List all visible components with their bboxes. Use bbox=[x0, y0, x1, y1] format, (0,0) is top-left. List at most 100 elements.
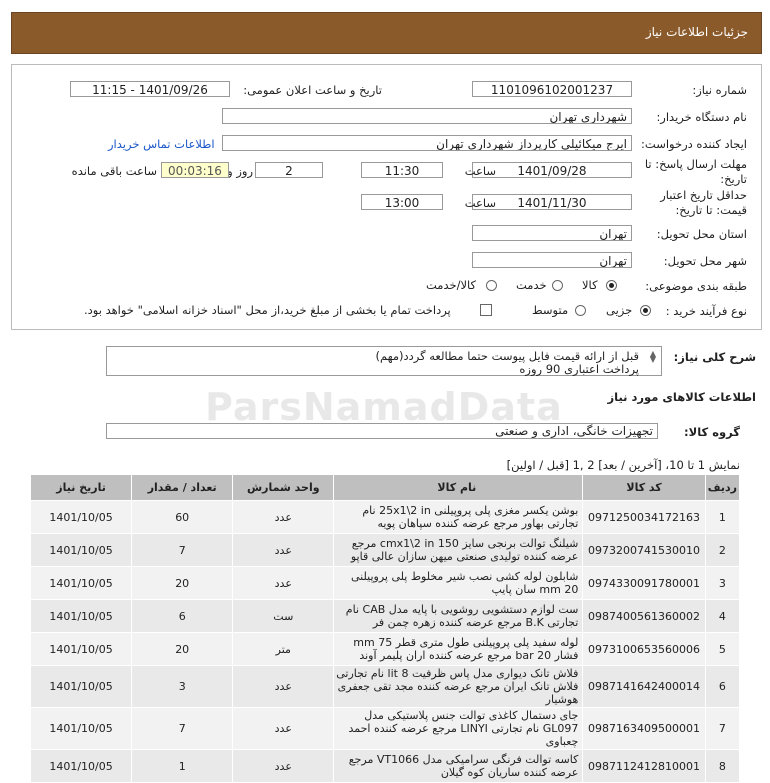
validity-time-label: ساعت bbox=[464, 196, 496, 210]
deadline-label: مهلت ارسال پاسخ: تا bbox=[644, 157, 747, 171]
need-info-panel: شماره نیاز: 1101096102001237 تاریخ و ساع… bbox=[11, 64, 762, 330]
table-row[interactable]: 7 0987163409500001 جای دستمال کاغذی توال… bbox=[29, 707, 741, 750]
cell-unit: ست bbox=[232, 599, 335, 633]
days-label: روز و bbox=[227, 164, 253, 178]
province-label: استان محل تحویل: bbox=[656, 227, 747, 241]
cell-name: بوشن یکسر مغزی پلی پروپیلنی 25x1\2 in نا… bbox=[333, 500, 584, 534]
cell-code: 0974330091780001 bbox=[582, 566, 706, 600]
category-service-label: خدمت bbox=[516, 278, 547, 292]
process-partial-label: جزیی bbox=[606, 303, 633, 317]
cell-date: 1401/10/05 bbox=[29, 500, 133, 534]
table-row[interactable]: 4 0987400561360002 ست لوازم دستشویی روشو… bbox=[29, 599, 741, 633]
cell-qty: 6 bbox=[131, 599, 234, 633]
goods-group-field: تجهیزات خانگی، اداری و صنعتی bbox=[106, 423, 658, 439]
announce-label: تاریخ و ساعت اعلان عمومی: bbox=[243, 83, 382, 97]
pager[interactable]: نمایش 1 تا 10، [آخرین / بعد] 2 ,1 [قبل /… bbox=[507, 458, 740, 472]
col-name: نام کالا bbox=[333, 474, 584, 501]
table-row[interactable]: 5 0973100653560006 لوله سفید پلی پروپیلن… bbox=[29, 632, 741, 666]
treasury-checkbox[interactable] bbox=[480, 304, 492, 316]
goods-table: ردیف کد کالا نام کالا واحد شمارش تعداد /… bbox=[29, 474, 741, 783]
deadline-label-2: تاریخ: bbox=[720, 172, 747, 186]
cell-unit: عدد bbox=[232, 500, 335, 534]
buyer-label: نام دستگاه خریدار: bbox=[656, 110, 747, 124]
category-both-radio[interactable] bbox=[486, 280, 497, 291]
need-number-label: شماره نیاز: bbox=[692, 83, 747, 97]
process-partial-radio[interactable] bbox=[640, 305, 651, 316]
cell-date: 1401/10/05 bbox=[29, 599, 133, 633]
city-field: تهران bbox=[472, 252, 632, 268]
cell-qty: 20 bbox=[131, 632, 234, 666]
days-remaining-field: 2 bbox=[255, 162, 323, 178]
treasury-text: پرداخت تمام یا بخشی از مبلغ خرید،از محل … bbox=[84, 303, 451, 317]
cell-name: شیلنگ توالت برنجی سایز 150 cmx1\2 in مرج… bbox=[333, 533, 584, 567]
table-row[interactable]: 1 0971250034172163 بوشن یکسر مغزی پلی پر… bbox=[29, 500, 741, 534]
cell-row: 4 bbox=[704, 599, 741, 633]
col-unit: واحد شمارش bbox=[232, 474, 335, 501]
cell-date: 1401/10/05 bbox=[29, 665, 133, 708]
cell-name: کاسه توالت فرنگی سرامیکی مدل VT1066 مرجع… bbox=[333, 749, 584, 783]
validity-label: حداقل تاریخ اعتبار bbox=[660, 188, 747, 202]
description-line-2: پرداخت اعتباری 90 روزه bbox=[519, 362, 639, 376]
time-remaining-label: ساعت باقی مانده bbox=[71, 164, 157, 178]
col-code: کد کالا bbox=[582, 474, 706, 501]
table-header-row: ردیف کد کالا نام کالا واحد شمارش تعداد /… bbox=[29, 474, 741, 501]
process-label: نوع فرآیند خرید : bbox=[665, 304, 747, 318]
table-row[interactable]: 2 0973200741530010 شیلنگ توالت برنجی سای… bbox=[29, 533, 741, 567]
province-field: تهران bbox=[472, 225, 632, 241]
col-qty: تعداد / مقدار bbox=[131, 474, 234, 501]
cell-name: لوله سفید پلی پروپیلنی طول متری قطر 75 m… bbox=[333, 632, 584, 666]
buyer-contact-link[interactable]: اطلاعات تماس خریدار bbox=[108, 137, 215, 151]
validity-label-2: قیمت: تا تاریخ: bbox=[675, 203, 747, 217]
table-row[interactable]: 8 0987112412810001 کاسه توالت فرنگی سرام… bbox=[29, 749, 741, 783]
cell-row: 2 bbox=[704, 533, 741, 567]
cell-date: 1401/10/05 bbox=[29, 533, 133, 567]
category-both-label: کالا/خدمت bbox=[426, 278, 477, 292]
cell-name: ست لوازم دستشویی روشویی با پایه مدل CAB … bbox=[333, 599, 584, 633]
cell-qty: 60 bbox=[131, 500, 234, 534]
category-goods-radio[interactable] bbox=[606, 280, 617, 291]
cell-unit: عدد bbox=[232, 566, 335, 600]
table-row[interactable]: 6 0987141642400014 فلاش تانک دیواری مدل … bbox=[29, 665, 741, 708]
cell-name: فلاش تانک دیواری مدل پاس ظرفیت 8 lit نام… bbox=[333, 665, 584, 708]
cell-name: شابلون لوله کشی نصب شیر مخلوط پلی پروپیل… bbox=[333, 566, 584, 600]
cell-code: 0971250034172163 bbox=[582, 500, 706, 534]
table-row[interactable]: 3 0974330091780001 شابلون لوله کشی نصب ش… bbox=[29, 566, 741, 600]
cell-row: 6 bbox=[704, 665, 741, 708]
validity-time-field: 13:00 bbox=[361, 194, 443, 210]
process-medium-label: متوسط bbox=[532, 303, 569, 317]
cell-row: 7 bbox=[704, 707, 741, 750]
deadline-date-field: 1401/09/28 bbox=[472, 162, 632, 178]
scroll-arrows-icon: ▲ ▼ bbox=[649, 349, 656, 364]
category-service-radio[interactable] bbox=[552, 280, 563, 291]
cell-date: 1401/10/05 bbox=[29, 566, 133, 600]
cell-row: 1 bbox=[704, 500, 741, 534]
col-date: تاریخ نیاز bbox=[29, 474, 133, 501]
cell-qty: 3 bbox=[131, 665, 234, 708]
cell-code: 0973100653560006 bbox=[582, 632, 706, 666]
cell-unit: عدد bbox=[232, 749, 335, 783]
deadline-time-label: ساعت bbox=[464, 164, 496, 178]
cell-qty: 7 bbox=[131, 707, 234, 750]
need-number-field: 1101096102001237 bbox=[472, 81, 632, 97]
deadline-time-field: 11:30 bbox=[361, 162, 443, 178]
cell-code: 0987112412810001 bbox=[582, 749, 706, 783]
category-label: طبقه بندی موضوعی: bbox=[645, 279, 747, 293]
cell-code: 0987400561360002 bbox=[582, 599, 706, 633]
description-textarea[interactable]: ▲ ▼ قبل از ارائه قیمت فایل پیوست حتما مطا… bbox=[106, 346, 662, 376]
creator-field: ایرج میکائیلی کارپرداز شهرداری تهران bbox=[222, 135, 632, 151]
cell-unit: عدد bbox=[232, 533, 335, 567]
time-remaining-field: 00:03:16 bbox=[161, 162, 229, 178]
page-title: جزئیات اطلاعات نیاز bbox=[645, 25, 748, 39]
cell-unit: متر bbox=[232, 632, 335, 666]
city-label: شهر محل تحویل: bbox=[663, 254, 747, 268]
process-medium-radio[interactable] bbox=[575, 305, 586, 316]
cell-code: 0987141642400014 bbox=[582, 665, 706, 708]
buyer-field: شهرداری تهران bbox=[222, 108, 632, 124]
cell-date: 1401/10/05 bbox=[29, 632, 133, 666]
cell-code: 0973200741530010 bbox=[582, 533, 706, 567]
cell-row: 8 bbox=[704, 749, 741, 783]
cell-qty: 7 bbox=[131, 533, 234, 567]
creator-label: ایجاد کننده درخواست: bbox=[641, 137, 747, 151]
cell-date: 1401/10/05 bbox=[29, 707, 133, 750]
announce-field: 1401/09/26 - 11:15 bbox=[70, 81, 230, 97]
